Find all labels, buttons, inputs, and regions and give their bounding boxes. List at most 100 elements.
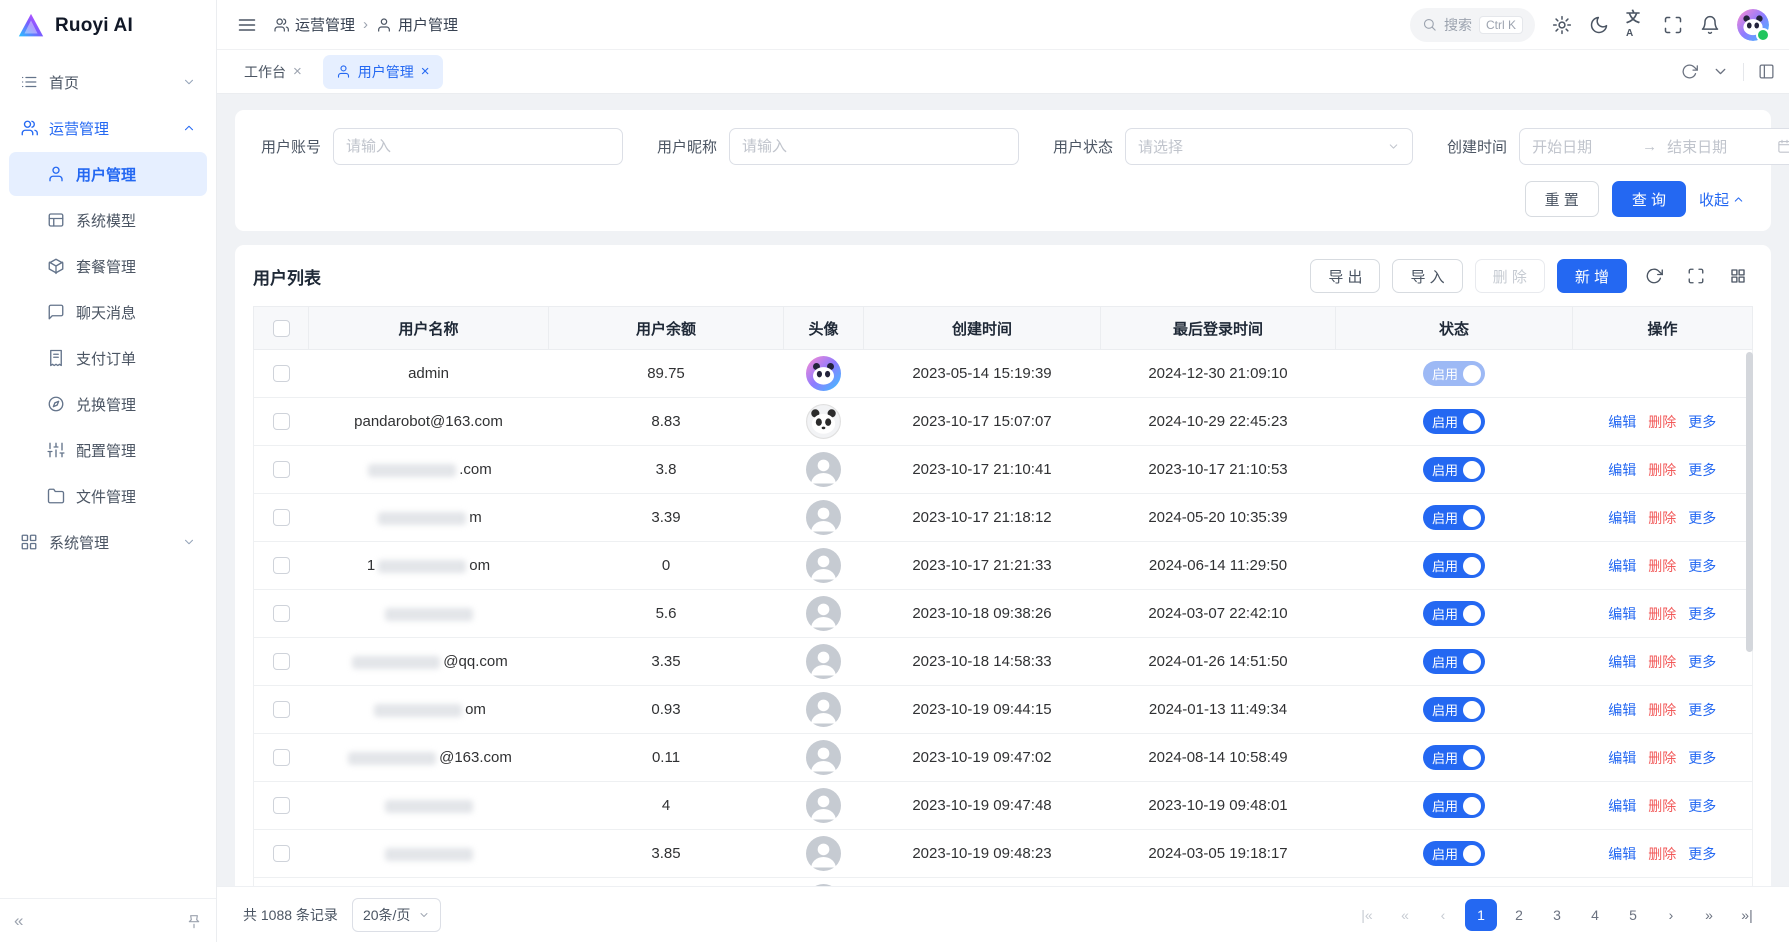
delete-link[interactable]: 删除: [1648, 556, 1676, 576]
status-toggle[interactable]: 启用: [1423, 745, 1485, 770]
notifications-bell-icon[interactable]: [1700, 15, 1720, 35]
sidebar-item[interactable]: 首页: [9, 60, 207, 104]
status-toggle[interactable]: 启用: [1423, 649, 1485, 674]
status-toggle[interactable]: 启用: [1423, 601, 1485, 626]
delete-link[interactable]: 删除: [1648, 796, 1676, 816]
jump-forward-button[interactable]: »: [1693, 899, 1725, 931]
row-checkbox[interactable]: [273, 509, 290, 526]
tab[interactable]: 用户管理 ×: [323, 55, 443, 89]
status-toggle[interactable]: 启用: [1423, 361, 1485, 386]
sidebar-item[interactable]: 套餐管理: [9, 244, 207, 288]
sidebar-item[interactable]: 聊天消息: [9, 290, 207, 334]
status-toggle[interactable]: 启用: [1423, 697, 1485, 722]
more-link[interactable]: 更多: [1688, 700, 1716, 720]
edit-link[interactable]: 编辑: [1608, 844, 1636, 864]
prev-page-button[interactable]: ‹: [1427, 899, 1459, 931]
row-checkbox[interactable]: [273, 461, 290, 478]
delete-link[interactable]: 删除: [1648, 412, 1676, 432]
row-checkbox[interactable]: [273, 797, 290, 814]
dark-mode-icon[interactable]: [1589, 15, 1609, 35]
import-button[interactable]: 导 入: [1392, 259, 1462, 293]
column-settings-icon[interactable]: [1723, 261, 1753, 291]
status-toggle[interactable]: 启用: [1423, 553, 1485, 578]
more-link[interactable]: 更多: [1688, 652, 1716, 672]
app-logo[interactable]: Ruoyi AI: [0, 0, 216, 52]
status-select[interactable]: 请选择: [1125, 128, 1413, 165]
sidebar-item[interactable]: 运营管理: [9, 106, 207, 150]
edit-link[interactable]: 编辑: [1608, 556, 1636, 576]
table-scrollbar[interactable]: [1746, 352, 1753, 652]
page-number-button[interactable]: 1: [1465, 899, 1497, 931]
select-all-checkbox[interactable]: [273, 320, 290, 337]
delete-link[interactable]: 删除: [1648, 508, 1676, 528]
collapse-filter-link[interactable]: 收起: [1699, 189, 1745, 210]
table-fullscreen-icon[interactable]: [1681, 261, 1711, 291]
row-checkbox[interactable]: [273, 605, 290, 622]
hamburger-menu-icon[interactable]: [237, 15, 257, 35]
breadcrumb-item[interactable]: 用户管理: [376, 14, 458, 35]
edit-link[interactable]: 编辑: [1608, 700, 1636, 720]
sidebar-item[interactable]: 兑换管理: [9, 382, 207, 426]
more-link[interactable]: 更多: [1688, 748, 1716, 768]
close-icon[interactable]: ×: [421, 64, 430, 79]
status-toggle[interactable]: 启用: [1423, 409, 1485, 434]
row-checkbox[interactable]: [273, 845, 290, 862]
more-link[interactable]: 更多: [1688, 844, 1716, 864]
tab[interactable]: 工作台 ×: [231, 55, 315, 89]
sidebar-item[interactable]: 系统管理: [9, 520, 207, 564]
add-button[interactable]: 新 增: [1557, 259, 1627, 293]
page-number-button[interactable]: 3: [1541, 899, 1573, 931]
next-page-button[interactable]: ›: [1655, 899, 1687, 931]
delete-link[interactable]: 删除: [1648, 460, 1676, 480]
search-button[interactable]: 查 询: [1612, 181, 1686, 217]
fullscreen-icon[interactable]: [1663, 15, 1683, 35]
close-icon[interactable]: ×: [293, 64, 302, 79]
edit-link[interactable]: 编辑: [1608, 796, 1636, 816]
breadcrumb-item[interactable]: 运营管理 ›: [273, 14, 368, 35]
edit-link[interactable]: 编辑: [1608, 604, 1636, 624]
export-button[interactable]: 导 出: [1310, 259, 1380, 293]
refresh-icon[interactable]: [1639, 261, 1669, 291]
more-link[interactable]: 更多: [1688, 604, 1716, 624]
more-link[interactable]: 更多: [1688, 556, 1716, 576]
collapse-sidebar-icon[interactable]: «: [14, 911, 23, 931]
page-number-button[interactable]: 2: [1503, 899, 1535, 931]
jump-back-button[interactable]: «: [1389, 899, 1421, 931]
delete-link[interactable]: 删除: [1648, 652, 1676, 672]
sidebar-item[interactable]: 支付订单: [9, 336, 207, 380]
gear-icon[interactable]: [1552, 15, 1572, 35]
sidebar-item[interactable]: 配置管理: [9, 428, 207, 472]
edit-link[interactable]: 编辑: [1608, 508, 1636, 528]
more-link[interactable]: 更多: [1688, 508, 1716, 528]
row-checkbox[interactable]: [273, 365, 290, 382]
refresh-icon[interactable]: [1681, 63, 1698, 80]
more-link[interactable]: 更多: [1688, 460, 1716, 480]
sidebar-item[interactable]: 用户管理: [9, 152, 207, 196]
global-search[interactable]: 搜索 Ctrl K: [1410, 8, 1535, 42]
row-checkbox[interactable]: [273, 653, 290, 670]
chevron-down-icon[interactable]: [1712, 63, 1729, 80]
delete-button[interactable]: 删 除: [1475, 259, 1545, 293]
last-page-button[interactable]: »|: [1731, 899, 1763, 931]
reset-button[interactable]: 重 置: [1525, 181, 1599, 217]
user-avatar[interactable]: [1737, 9, 1769, 41]
row-checkbox[interactable]: [273, 749, 290, 766]
status-toggle[interactable]: 启用: [1423, 457, 1485, 482]
edit-link[interactable]: 编辑: [1608, 412, 1636, 432]
more-link[interactable]: 更多: [1688, 796, 1716, 816]
status-toggle[interactable]: 启用: [1423, 841, 1485, 866]
page-number-button[interactable]: 4: [1579, 899, 1611, 931]
delete-link[interactable]: 删除: [1648, 700, 1676, 720]
edit-link[interactable]: 编辑: [1608, 748, 1636, 768]
pin-icon[interactable]: [186, 913, 202, 929]
layout-icon[interactable]: [1758, 63, 1775, 80]
nickname-input[interactable]: [729, 128, 1019, 165]
date-range-picker[interactable]: 开始日期 → 结束日期: [1519, 128, 1789, 165]
row-checkbox[interactable]: [273, 557, 290, 574]
account-input[interactable]: [333, 128, 623, 165]
page-size-select[interactable]: 20条/页: [352, 898, 441, 932]
more-link[interactable]: 更多: [1688, 412, 1716, 432]
status-toggle[interactable]: 启用: [1423, 793, 1485, 818]
delete-link[interactable]: 删除: [1648, 604, 1676, 624]
delete-link[interactable]: 删除: [1648, 844, 1676, 864]
